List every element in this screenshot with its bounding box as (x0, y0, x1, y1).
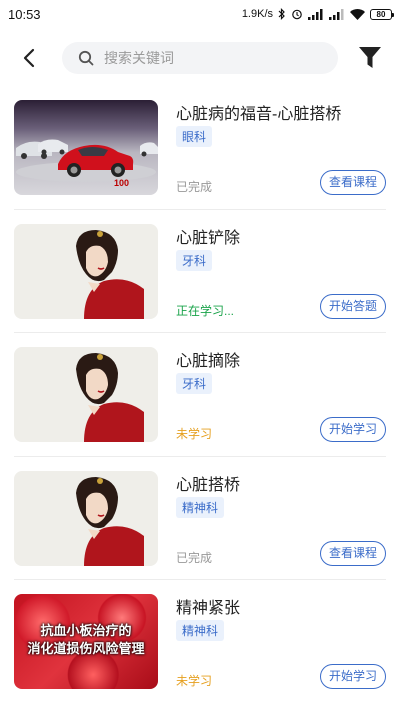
start-study-button[interactable]: 开始学习 (319, 417, 386, 442)
status-bar: 10:53 1.9K/s 80 (0, 0, 400, 28)
course-title: 精神紧张 (176, 600, 241, 617)
wifi-icon (350, 8, 365, 20)
thumbnail-text: 100 (114, 178, 130, 188)
start-quiz-button[interactable]: 开始答题 (319, 293, 386, 319)
course-status: 已完成 (176, 550, 213, 565)
course-thumbnail: 100 (14, 100, 158, 195)
course-title: 心脏铲除 (176, 229, 241, 247)
status-icons: 1.9K/s 80 (241, 8, 394, 20)
course-status: 正在学习... (176, 303, 235, 318)
network-speed: 1.9K/s (241, 8, 273, 20)
back-arrow-icon[interactable] (18, 46, 42, 70)
search-icon (78, 50, 94, 66)
thumbnail-text: 抗血小板治疗的 消化道损伤风险管理 (27, 623, 145, 656)
course-status: 未学习 (176, 427, 213, 441)
department-tag: 牙科 (176, 249, 213, 271)
search-input[interactable] (104, 50, 324, 66)
course-item[interactable]: 100 心脏病的福音-心脏搭桥 眼科 已完成 查看课程 (14, 86, 386, 210)
course-thumbnail (14, 347, 158, 442)
bluetooth-icon (278, 8, 285, 20)
course-thumbnail (14, 223, 158, 319)
status-time: 10:53 (8, 6, 41, 22)
course-status: 已完成 (176, 180, 213, 194)
alarm-icon (292, 9, 302, 20)
course-item[interactable]: 抗血小板治疗的 消化道损伤风险管理 精神紧张 精神科 未学习 开始学习 (14, 580, 386, 704)
course-thumbnail: 抗血小板治疗的 消化道损伤风险管理 (14, 594, 158, 689)
department-tag: 眼科 (176, 126, 213, 147)
battery-indicator: 80 (370, 8, 394, 20)
filter-icon[interactable] (358, 45, 382, 71)
course-title: 心脏病的福音-心脏搭桥 (176, 106, 342, 123)
department-tag: 精神科 (176, 620, 225, 641)
course-title: 心脏搭桥 (176, 476, 241, 494)
view-course-button[interactable]: 查看课程 (319, 170, 386, 195)
course-item[interactable]: 心脏摘除 牙科 未学习 开始学习 (14, 333, 386, 457)
header (0, 40, 400, 76)
course-status: 未学习 (176, 674, 213, 688)
start-study-button[interactable]: 开始学习 (319, 664, 386, 689)
course-thumbnail (14, 470, 158, 566)
signal-icon (308, 8, 323, 20)
signal-icon-2 (329, 8, 344, 20)
course-item[interactable]: 心脏铲除 牙科 正在学习... 开始答题 (14, 210, 386, 333)
view-course-button[interactable]: 查看课程 (319, 540, 386, 566)
course-item[interactable]: 心脏搭桥 精神科 已完成 查看课程 (14, 457, 386, 580)
department-tag: 牙科 (176, 373, 213, 394)
course-list: 100 心脏病的福音-心脏搭桥 眼科 已完成 查看课程 心脏铲除 牙科 正在学习… (0, 86, 400, 704)
department-tag: 精神科 (176, 496, 225, 518)
search-bar[interactable] (62, 42, 338, 74)
course-title: 心脏摘除 (176, 353, 241, 370)
